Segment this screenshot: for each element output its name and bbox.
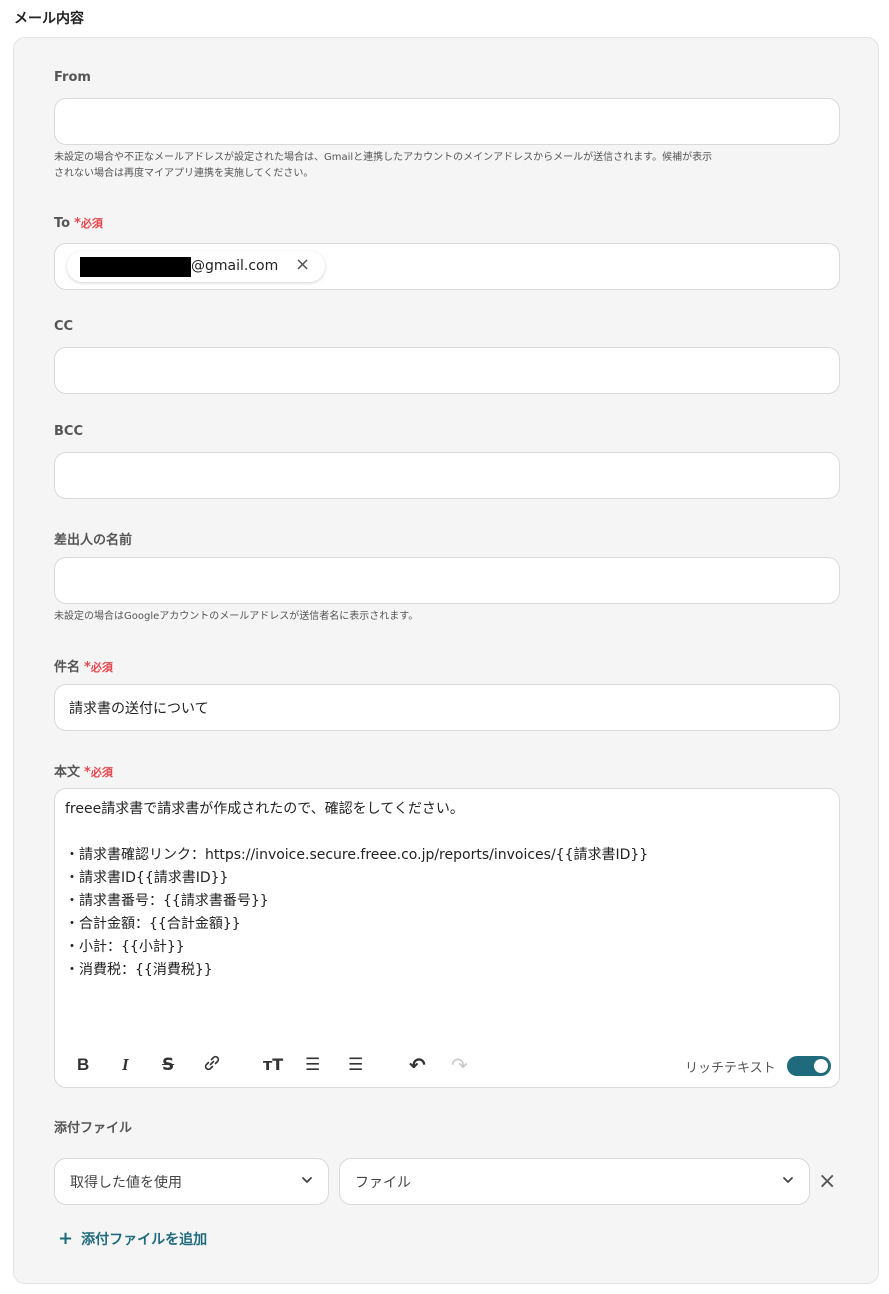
- email-chip-text: @gmail.com: [191, 258, 279, 274]
- to-input[interactable]: @gmail.com ×: [54, 243, 840, 290]
- bcc-input[interactable]: [54, 452, 840, 499]
- body-line: freee請求書で請求書が作成されたので、確認をしてください。: [65, 801, 464, 817]
- redo-icon[interactable]: ↷: [451, 1054, 468, 1076]
- subject-input[interactable]: 請求書の送付について: [54, 684, 840, 731]
- required-text: 必須: [80, 217, 103, 230]
- body-line: ・消費税：{{消費税}}: [65, 962, 213, 978]
- body-line: ・請求書ID{{請求書ID}}: [65, 870, 229, 886]
- from-help-line-2: されない場合は再度マイアプリ連携を実施してください。: [54, 168, 314, 179]
- required-asterisk: *: [84, 765, 91, 780]
- chevron-down-svg: [302, 1177, 312, 1183]
- body-line: ・合計金額：{{合計金額}}: [65, 916, 241, 932]
- body-line: [65, 821, 825, 844]
- plus-icon: +: [58, 1228, 74, 1249]
- body-editor[interactable]: freee請求書で請求書が作成されたので、確認をしてください。 ・請求書確認リン…: [54, 788, 840, 1088]
- redacted-block: [80, 257, 191, 277]
- bullet-list-icon[interactable]: ☰: [305, 1054, 320, 1076]
- email-chip: @gmail.com ×: [67, 251, 325, 282]
- body-line: ・小計：{{小計}}: [65, 939, 185, 955]
- to-label: To *必須: [54, 215, 103, 231]
- attachment-file-value: ファイル: [355, 1175, 411, 1191]
- remove-attachment-icon[interactable]: ×: [818, 1170, 836, 1194]
- chevron-down-svg: [783, 1177, 793, 1183]
- body-label-text: 本文: [54, 765, 81, 780]
- chip-remove-icon[interactable]: ×: [295, 255, 310, 275]
- body-line: ・請求書番号：{{請求書番号}}: [65, 893, 269, 909]
- toggle-knob: [814, 1059, 828, 1073]
- link-icon-svg: [204, 1055, 220, 1071]
- required-text: 必須: [90, 661, 113, 674]
- subject-value: 請求書の送付について: [69, 701, 209, 717]
- sender-name-label: 差出人の名前: [54, 533, 133, 548]
- from-help: 未設定の場合や不正なメールアドレスが設定された場合は、Gmailと連携したアカウ…: [54, 150, 844, 182]
- chevron-down-icon: [300, 1173, 314, 1191]
- undo-icon[interactable]: ↶: [409, 1054, 426, 1076]
- subject-label: 件名 *必須: [54, 656, 113, 675]
- required-text: 必須: [90, 766, 113, 779]
- body-text-area[interactable]: freee請求書で請求書が作成されたので、確認をしてください。 ・請求書確認リン…: [65, 798, 825, 982]
- attachment-source-select[interactable]: 取得した値を使用: [54, 1158, 329, 1205]
- rich-text-label: リッチテキスト: [685, 1061, 776, 1076]
- from-help-line-1: 未設定の場合や不正なメールアドレスが設定された場合は、Gmailと連携したアカウ…: [54, 152, 713, 163]
- add-attachment-label: 添付ファイルを追加: [81, 1232, 208, 1248]
- required-asterisk: *: [74, 216, 81, 231]
- numbered-list-icon[interactable]: ☰: [348, 1054, 363, 1076]
- sender-name-input[interactable]: [54, 557, 840, 604]
- mail-content-panel: [13, 37, 879, 1284]
- link-icon[interactable]: [203, 1054, 221, 1078]
- italic-icon[interactable]: I: [122, 1054, 129, 1076]
- from-label: From: [54, 70, 91, 85]
- cc-input[interactable]: [54, 347, 840, 394]
- to-label-text: To: [54, 216, 71, 231]
- chevron-down-icon: [781, 1173, 795, 1191]
- attachment-label: 添付ファイル: [54, 1121, 133, 1136]
- attachment-source-value: 取得した値を使用: [70, 1175, 182, 1191]
- text-size-icon[interactable]: тT: [263, 1054, 283, 1076]
- editor-toolbar: B I S тT ☰ ☰ ↶ ↷ リッチテキスト: [55, 1046, 839, 1086]
- required-asterisk: *: [84, 660, 91, 675]
- bold-icon[interactable]: B: [77, 1054, 89, 1076]
- bcc-label: BCC: [54, 424, 83, 439]
- subject-label-text: 件名: [54, 660, 81, 675]
- attachment-file-select[interactable]: ファイル: [339, 1158, 810, 1205]
- strikethrough-icon[interactable]: S: [162, 1054, 174, 1076]
- cc-label: CC: [54, 319, 74, 334]
- add-attachment-button[interactable]: + 添付ファイルを追加: [58, 1228, 207, 1249]
- rich-text-toggle[interactable]: [787, 1056, 831, 1076]
- from-input[interactable]: [54, 98, 840, 145]
- sender-name-help: 未設定の場合はGoogleアカウントのメールアドレスが送信者名に表示されます。: [54, 611, 419, 622]
- body-label: 本文 *必須: [54, 761, 113, 780]
- body-line: ・請求書確認リンク：https://invoice.secure.freee.c…: [65, 847, 649, 863]
- section-title: メール内容: [14, 11, 84, 27]
